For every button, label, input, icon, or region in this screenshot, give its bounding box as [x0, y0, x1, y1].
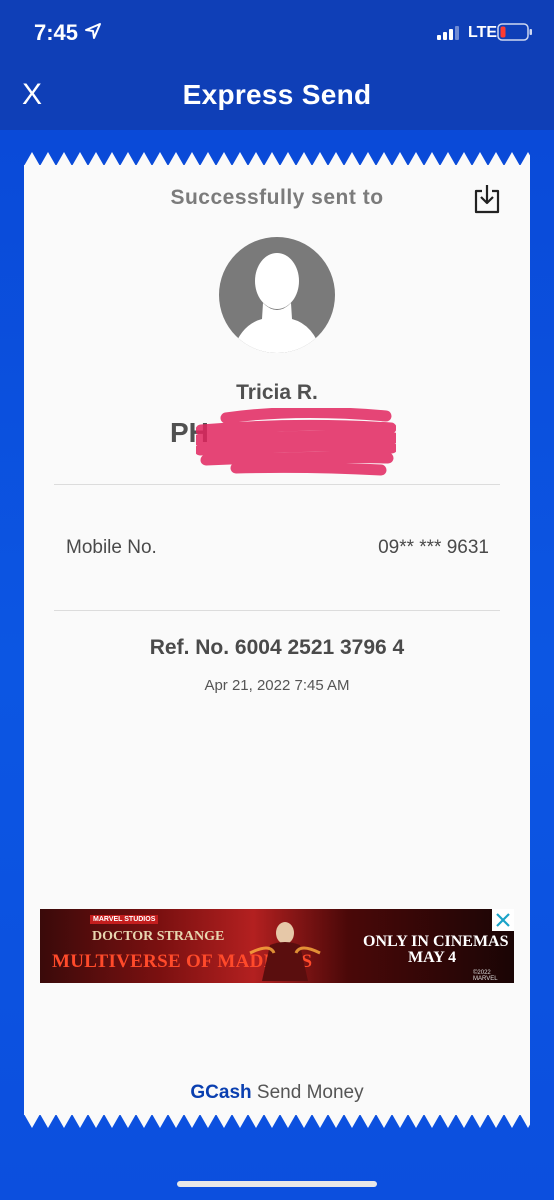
ad-title-line1: DOCTOR STRANGE [92, 929, 225, 944]
download-icon[interactable] [472, 183, 502, 215]
home-indicator[interactable] [177, 1181, 377, 1187]
mobile-label: Mobile No. [66, 537, 157, 558]
status-bar: 7:45 LTE [0, 0, 554, 64]
footer: GCash Send Money [0, 1082, 554, 1104]
page-title: Express Send [182, 79, 372, 110]
network-type: LTE [468, 24, 498, 41]
signal-bars-icon [437, 26, 459, 40]
ad-banner[interactable]: MARVEL STUDIOS DOCTOR STRANGE MULTIVERSE… [40, 909, 514, 983]
ad-brand: MARVEL STUDIOS [90, 915, 159, 924]
ad-copyright: ©2022 MARVEL [473, 970, 498, 982]
ad-tagline-line2: MAY 4 [408, 949, 457, 966]
sent-to-label: Successfully sent to [170, 186, 384, 209]
recipient-name: Tricia R. [236, 381, 318, 404]
mobile-value: 09** *** 9631 [378, 537, 489, 558]
footer-brand: GCash [190, 1082, 252, 1103]
reference-number: Ref. No. 6004 2521 3796 4 [149, 636, 405, 659]
nav-bar: X Express Send [0, 64, 554, 130]
battery-low-icon [497, 23, 532, 41]
footer-label: Send Money [256, 1082, 364, 1103]
transaction-date: Apr 21, 2022 7:45 AM [204, 677, 350, 694]
default-avatar-icon [219, 237, 335, 353]
close-icon[interactable] [492, 909, 514, 931]
redaction-scribble [196, 408, 396, 476]
receipt-bottom-edge [24, 1114, 530, 1128]
divider [54, 610, 500, 611]
receipt-top-edge [24, 152, 530, 166]
divider [54, 484, 500, 485]
location-arrow-icon [85, 23, 101, 39]
ad-character-image [249, 922, 321, 981]
status-time: 7:45 [34, 20, 79, 45]
